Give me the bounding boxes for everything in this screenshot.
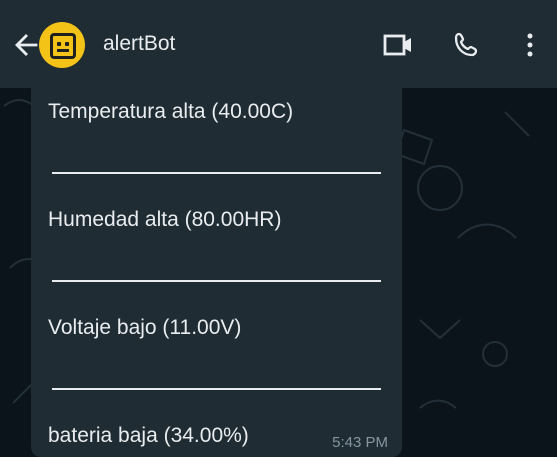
message-line: bateria baja (34.00%) xyxy=(48,424,249,447)
message-time: 5:43 PM xyxy=(332,434,388,451)
phone-icon[interactable] xyxy=(449,28,483,62)
avatar[interactable] xyxy=(39,22,85,68)
chat-screen: alertBot Temperatura alta (40.00C) Humed… xyxy=(0,0,557,457)
video-call-icon[interactable] xyxy=(382,28,416,62)
message-divider xyxy=(52,280,381,282)
more-vertical-icon[interactable] xyxy=(513,28,547,62)
message-divider xyxy=(52,172,381,174)
contact-name[interactable]: alertBot xyxy=(103,30,175,58)
chat-header: alertBot xyxy=(0,0,557,88)
message-divider xyxy=(52,388,381,390)
message-line: Humedad alta (80.00HR) xyxy=(48,208,282,231)
message-line: Temperatura alta (40.00C) xyxy=(48,100,294,123)
arrow-left-icon[interactable] xyxy=(12,30,42,60)
message-line: Voltaje bajo (11.00V) xyxy=(48,316,242,339)
robot-face-icon xyxy=(50,33,76,59)
message-bubble[interactable]: Temperatura alta (40.00C) Humedad alta (… xyxy=(31,88,402,457)
